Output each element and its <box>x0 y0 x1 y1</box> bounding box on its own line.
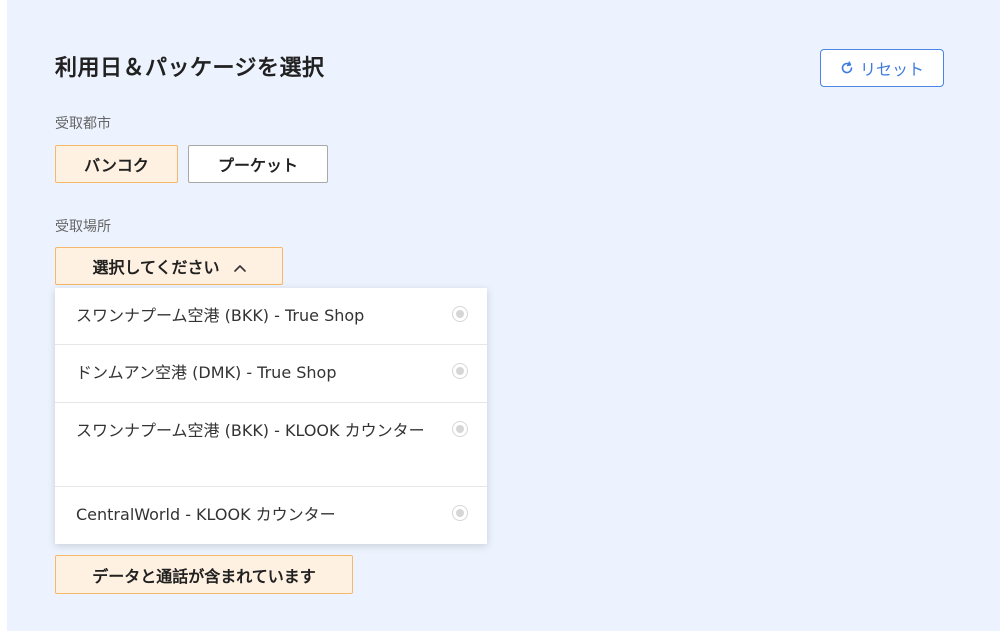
page-title: 利用日＆パッケージを選択 <box>55 56 325 81</box>
reset-button[interactable]: リセット <box>820 49 944 87</box>
reset-button-label: リセット <box>859 60 924 79</box>
radio-icon <box>452 363 468 379</box>
location-option-bkk-klook-counter[interactable]: スワンナプーム空港 (BKK) - KLOOK カウンター <box>55 403 487 487</box>
pickup-location-dropdown[interactable]: 選択してください <box>55 247 283 285</box>
dropdown-placeholder: 選択してください <box>92 258 220 277</box>
location-option-label: ドンムアン空港 (DMK) - True Shop <box>76 363 337 382</box>
pickup-location-menu: スワンナプーム空港 (BKK) - True Shop ドンムアン空港 (DMK… <box>55 288 487 544</box>
pickup-location-label: 受取場所 <box>55 219 111 235</box>
location-option-label: スワンナプーム空港 (BKK) - KLOOK カウンター <box>76 421 425 440</box>
radio-icon <box>452 306 468 322</box>
city-option-bangkok[interactable]: バンコク <box>55 145 178 183</box>
location-option-centralworld-klook-counter[interactable]: CentralWorld - KLOOK カウンター <box>55 487 487 544</box>
location-option-dmk-true-shop[interactable]: ドンムアン空港 (DMK) - True Shop <box>55 345 487 403</box>
radio-icon <box>452 505 468 521</box>
city-option-label: プーケット <box>217 156 298 175</box>
location-option-bkk-true-shop[interactable]: スワンナプーム空港 (BKK) - True Shop <box>55 288 487 345</box>
location-option-label: スワンナプーム空港 (BKK) - True Shop <box>76 306 365 325</box>
radio-icon <box>452 421 468 437</box>
city-option-phuket[interactable]: プーケット <box>188 145 328 183</box>
city-option-label: バンコク <box>84 156 149 175</box>
pickup-city-label: 受取都市 <box>55 116 111 132</box>
location-option-label: CentralWorld - KLOOK カウンター <box>76 505 336 524</box>
package-option-data-and-calls[interactable]: データと通話が含まれています <box>55 555 353 594</box>
chevron-up-icon <box>233 257 246 276</box>
refresh-icon <box>840 61 854 75</box>
package-option-label: データと通話が含まれています <box>92 566 316 586</box>
